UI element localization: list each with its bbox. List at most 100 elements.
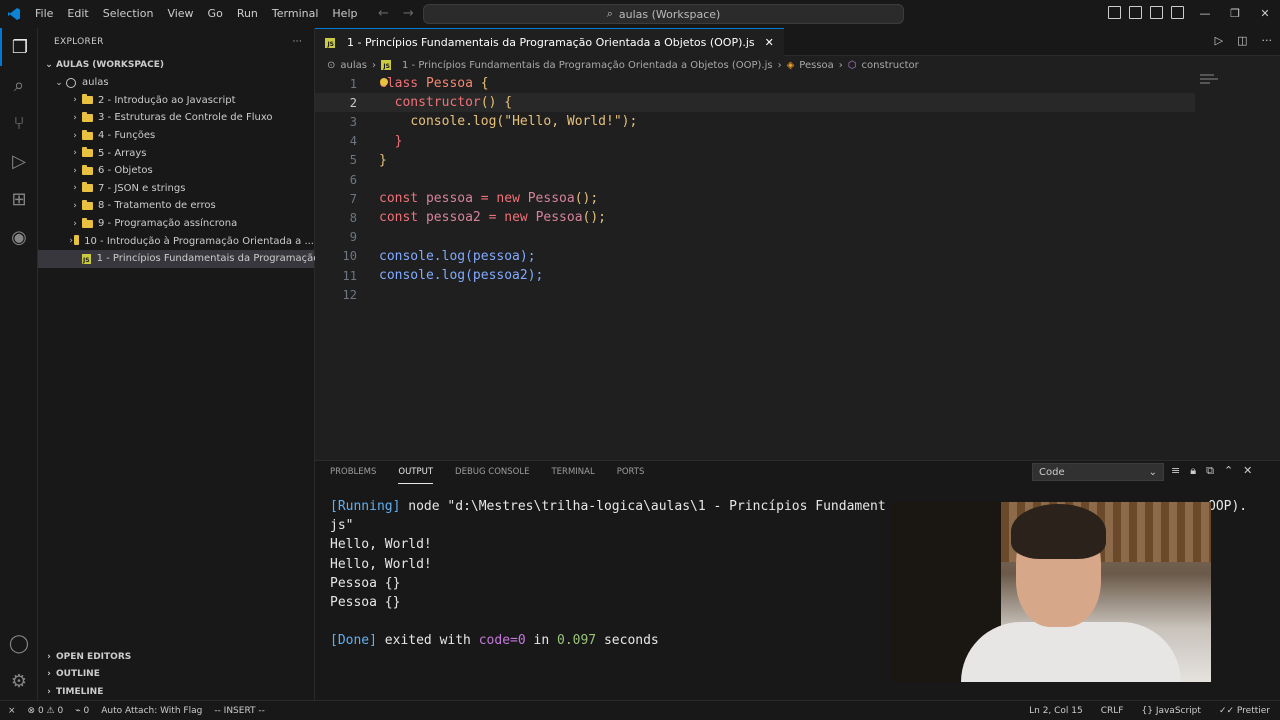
tree-folder[interactable]: › 2 - Introdução ao Javascript xyxy=(38,92,314,110)
code-token: pessoa2 xyxy=(425,210,481,226)
toggle-panel-icon[interactable] xyxy=(1129,6,1142,19)
run-debug-icon[interactable]: ▷ xyxy=(0,142,38,180)
tree-folder[interactable]: › 8 - Tratamento de erros xyxy=(38,197,314,215)
command-center-label: aulas (Workspace) xyxy=(618,7,721,21)
tree-folder[interactable]: › 6 - Objetos xyxy=(38,162,314,180)
output-channel-select[interactable]: Code ⌄ xyxy=(1032,463,1164,481)
settings-gear-icon[interactable]: ⚙ xyxy=(0,662,38,700)
tree-folder[interactable]: › 10 - Introdução à Programação Orientad… xyxy=(38,232,314,250)
menu-go[interactable]: Go xyxy=(201,0,230,28)
folder-icon xyxy=(82,147,93,158)
error-count: 0 xyxy=(37,705,44,716)
code-text: } xyxy=(379,134,403,149)
tree-folder[interactable]: › 7 - JSON e strings xyxy=(38,180,314,198)
back-arrow-icon[interactable]: ← xyxy=(378,6,389,21)
tree-file-selected[interactable]: JS 1 - Princípios Fundamentais da Progra… xyxy=(38,249,329,268)
tree-folder[interactable]: › 9 - Programação assíncrona xyxy=(38,215,314,233)
breadcrumb-item[interactable]: aulas xyxy=(340,60,367,71)
editor-tabs: JS 1 - Princípios Fundamentais da Progra… xyxy=(315,28,1280,56)
tab-terminal[interactable]: TERMINAL xyxy=(551,461,594,483)
lightbulb-icon[interactable] xyxy=(380,78,388,86)
menu-run[interactable]: Run xyxy=(230,0,265,28)
section-open-editors[interactable]: › OPEN EDITORS xyxy=(38,648,315,666)
menu-view[interactable]: View xyxy=(160,0,200,28)
code-token: Pessoa xyxy=(527,191,575,207)
breadcrumb-item[interactable]: constructor xyxy=(862,60,919,71)
menu-terminal[interactable]: Terminal xyxy=(265,0,326,28)
problems-status[interactable]: ⊗ 0 ⚠ 0 xyxy=(28,706,64,716)
chevron-right-icon: › xyxy=(73,200,77,211)
ports-status[interactable]: ⌁ 0 xyxy=(75,706,89,716)
prettier-status[interactable]: ✓✓ Prettier xyxy=(1219,706,1270,716)
command-center[interactable]: ⌕ aulas (Workspace) xyxy=(423,4,904,24)
section-label: OUTLINE xyxy=(56,669,100,680)
tree-folder[interactable]: › 5 - Arrays xyxy=(38,144,314,162)
auto-attach-status[interactable]: Auto Attach: With Flag xyxy=(101,706,202,716)
tab-active-file[interactable]: JS 1 - Princípios Fundamentais da Progra… xyxy=(315,28,784,56)
toggle-secondary-sidebar-icon[interactable] xyxy=(1150,6,1163,19)
clear-output-icon[interactable]: ≡ xyxy=(1171,464,1180,478)
menu-help[interactable]: Help xyxy=(325,0,364,28)
account-icon[interactable]: ◯ xyxy=(0,624,38,662)
search-view-icon[interactable]: ⌕ xyxy=(0,66,38,104)
toggle-sidebar-icon[interactable] xyxy=(1108,6,1121,19)
method-symbol-icon: ⬡ xyxy=(847,59,857,71)
tab-debug-console[interactable]: DEBUG CONSOLE xyxy=(455,461,529,483)
workspace-header[interactable]: ⌄ AULAS (WORKSPACE) xyxy=(38,56,314,74)
cursor-position[interactable]: Ln 2, Col 15 xyxy=(1029,706,1083,716)
status-right: Ln 2, Col 15 CRLF {} JavaScript ✓✓ Prett… xyxy=(1029,706,1270,716)
code-editor[interactable]: 1 class Pessoa { 2 constructor() { 3 con… xyxy=(315,74,1280,460)
tree-folder[interactable]: › 4 - Funções xyxy=(38,127,314,145)
tab-ports[interactable]: PORTS xyxy=(617,461,645,483)
tab-problems[interactable]: PROBLEMS xyxy=(330,461,376,483)
line-number: 12 xyxy=(342,287,357,302)
source-control-icon[interactable]: ⑂ xyxy=(0,104,38,142)
open-editor-icon[interactable]: ⧉ xyxy=(1206,464,1214,478)
more-actions-icon[interactable]: ··· xyxy=(293,37,302,47)
code-token: ); xyxy=(621,114,638,130)
github-icon[interactable]: ◉ xyxy=(0,218,38,256)
maximize-panel-icon[interactable]: ⌃ xyxy=(1224,464,1233,478)
close-window-icon[interactable]: ✕ xyxy=(1250,0,1280,28)
section-outline[interactable]: › OUTLINE xyxy=(38,666,315,684)
breadcrumb-item[interactable]: Pessoa xyxy=(799,60,834,71)
tree-label: 6 - Objetos xyxy=(98,165,153,177)
tree-folder[interactable]: › 3 - Estruturas de Controle de Fluxo xyxy=(38,109,314,127)
folder-icon xyxy=(82,129,93,140)
close-panel-icon[interactable]: ✕ xyxy=(1243,464,1252,478)
line-number: 8 xyxy=(349,210,357,225)
eol-status[interactable]: CRLF xyxy=(1101,706,1124,716)
maximize-icon[interactable]: ❐ xyxy=(1220,0,1250,28)
breadcrumb: ⊙ aulas › JS 1 - Princípios Fundamentais… xyxy=(315,56,1280,74)
more-actions-icon[interactable]: ··· xyxy=(1262,34,1273,47)
explorer-header: EXPLORER ··· xyxy=(38,28,314,56)
javascript-file-icon: JS xyxy=(380,60,391,70)
breadcrumb-separator-icon: › xyxy=(371,59,376,71)
section-timeline[interactable]: › TIMELINE xyxy=(38,683,315,701)
explorer-icon[interactable]: ❐ xyxy=(0,28,38,66)
menu-selection[interactable]: Selection xyxy=(96,0,161,28)
remote-icon[interactable]: ⨯ xyxy=(8,706,16,716)
tree-root-aulas[interactable]: ⌄ aulas xyxy=(38,74,314,92)
code-token: console.log(pessoa2); xyxy=(379,268,544,284)
language-status[interactable]: {} JavaScript xyxy=(1141,706,1200,716)
lock-scroll-icon[interactable]: 🔒︎ xyxy=(1190,464,1196,478)
minimize-icon[interactable]: — xyxy=(1190,0,1220,28)
minimap[interactable] xyxy=(1200,74,1220,104)
code-line: 7 const pessoa = new Pessoa(); xyxy=(315,189,1195,208)
close-tab-icon[interactable]: ✕ xyxy=(765,36,774,49)
split-editor-icon[interactable]: ◫ xyxy=(1237,34,1247,47)
breadcrumb-item[interactable]: 1 - Princípios Fundamentais da Programaç… xyxy=(402,60,773,71)
forward-arrow-icon[interactable]: → xyxy=(403,6,414,21)
code-token: .log( xyxy=(465,114,505,130)
chevron-down-icon: ⌄ xyxy=(55,77,63,88)
extensions-icon[interactable]: ⊞ xyxy=(0,180,38,218)
menu-edit[interactable]: Edit xyxy=(60,0,95,28)
customize-layout-icon[interactable] xyxy=(1171,6,1184,19)
code-line: 12 xyxy=(315,285,1195,304)
layout-controls xyxy=(1108,6,1184,19)
code-token: (); xyxy=(582,210,607,226)
run-code-icon[interactable]: ▷ xyxy=(1215,34,1223,47)
tab-output[interactable]: OUTPUT xyxy=(398,461,434,484)
menu-file[interactable]: File xyxy=(28,0,60,28)
